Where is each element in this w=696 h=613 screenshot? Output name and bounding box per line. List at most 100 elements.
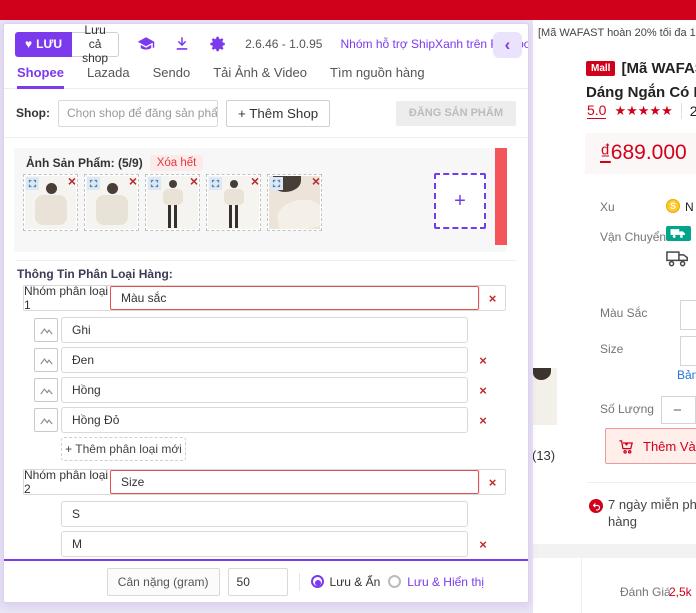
radio-selected-icon[interactable] <box>310 575 324 588</box>
save-all-shop-button[interactable]: Lưu cả shop <box>72 24 120 65</box>
expand-icon[interactable] <box>148 177 161 190</box>
panel-footer: Cân nặng (gram) Lưu & Ẩn Lưu & Hiển thị <box>4 559 528 602</box>
quantity-decrease-button[interactable]: − <box>661 396 696 424</box>
weight-label: Cân nặng (gram) <box>106 567 220 596</box>
return-policy-text: 7 ngày miễn ph hàng <box>608 497 696 529</box>
variation-option-input[interactable] <box>61 407 468 433</box>
add-image-button[interactable]: + <box>434 173 486 229</box>
xu-label: Xu <box>600 200 615 214</box>
remove-group-icon[interactable]: × <box>479 470 505 494</box>
post-product-button[interactable]: ĐĂNG SẢN PHẨM <box>395 100 516 126</box>
variation-option-row: × <box>61 531 528 557</box>
divider <box>581 558 582 613</box>
add-to-cart-button[interactable]: Thêm Vào Giỏ <box>605 428 696 464</box>
variation-option-input[interactable] <box>61 501 468 527</box>
tab-lazada[interactable]: Lazada <box>87 65 130 89</box>
scrollbar-thumb[interactable] <box>495 148 507 245</box>
background-product-photo <box>531 368 557 425</box>
color-option-button[interactable] <box>680 300 696 330</box>
radio-save-show[interactable]: Lưu & Hiển thị <box>388 575 484 589</box>
gear-icon[interactable] <box>209 34 227 54</box>
tab-t-i-nh-video[interactable]: Tải Ảnh & Video <box>213 65 307 89</box>
variation-option-input[interactable] <box>61 531 468 557</box>
variation-option-input[interactable] <box>61 317 468 343</box>
rating-score[interactable]: 5.0 <box>587 103 607 119</box>
remove-option-icon[interactable]: × <box>476 383 490 398</box>
download-icon[interactable] <box>173 34 191 54</box>
divider <box>4 137 528 138</box>
variation-group-name-input[interactable] <box>110 470 479 494</box>
expand-icon[interactable] <box>87 177 100 190</box>
image-placeholder-icon[interactable] <box>34 348 58 372</box>
divider <box>587 482 696 483</box>
product-images-section: Ảnh Sản Phẩm: (5/9) Xóa hết × × × × × + <box>14 148 507 252</box>
review-section-label: Đánh Giá <box>620 585 671 599</box>
voucher-text: [Mã WAFAST hoàn 20% tối đa 100k <box>538 27 696 39</box>
variation-option-row: × <box>34 407 528 433</box>
add-shop-button[interactable]: + Thêm Shop <box>226 99 331 127</box>
variation-option-input[interactable] <box>61 347 468 373</box>
delivery-truck-icon <box>666 250 690 269</box>
product-image-thumbnail[interactable]: × <box>84 174 139 231</box>
shopee-coin-icon: S <box>666 199 680 213</box>
size-chart-link[interactable]: Bản <box>677 368 696 382</box>
xu-value: N <box>685 200 694 214</box>
mall-badge: Mall <box>586 61 616 76</box>
add-variation-group-button[interactable]: + Thêm phân loại mới <box>61 437 186 461</box>
product-image-thumbnail[interactable]: × <box>206 174 261 231</box>
price-box: ₫689.000 <box>585 133 696 174</box>
variation-group-name-input[interactable] <box>110 286 479 310</box>
remove-image-icon[interactable]: × <box>68 174 76 188</box>
remove-option-icon[interactable]: × <box>476 537 490 552</box>
remove-image-icon[interactable]: × <box>190 174 198 188</box>
section-gap <box>533 544 696 558</box>
radio-unselected-icon[interactable] <box>388 575 402 588</box>
expand-icon[interactable] <box>270 177 283 190</box>
divider <box>680 103 682 119</box>
variation-option-row <box>61 501 528 527</box>
tab-t-m-ngu-n-h-ng[interactable]: Tìm nguồn hàng <box>330 65 425 89</box>
variation-group-label: Nhóm phân loại 1 <box>24 284 109 312</box>
image-carousel-count: (13) <box>532 448 556 463</box>
product-image-thumbnail[interactable]: × <box>23 174 78 231</box>
product-title-line1: Mall[Mã WAFAST <box>586 60 696 77</box>
product-image-thumbnail[interactable]: × <box>267 174 322 231</box>
shop-select[interactable]: Chọn shop để đăng sản phẩm <box>58 99 218 127</box>
radio-save-hide[interactable]: Lưu & Ẩn <box>310 575 380 589</box>
variation-option-input[interactable] <box>61 377 468 403</box>
expand-icon[interactable] <box>209 177 222 190</box>
version-text: 2.6.46 - 1.0.95 <box>245 37 323 51</box>
remove-image-icon[interactable]: × <box>251 174 259 188</box>
images-title: Ảnh Sản Phẩm: (5/9) <box>26 156 143 170</box>
images-title-row: Ảnh Sản Phẩm: (5/9) Xóa hết <box>26 155 204 171</box>
graduation-cap-icon[interactable] <box>137 34 155 54</box>
image-placeholder-icon[interactable] <box>34 318 58 342</box>
clear-all-images-button[interactable]: Xóa hết <box>149 155 204 171</box>
variation-option-row: × <box>34 347 528 373</box>
tab-shopee[interactable]: Shopee <box>17 65 64 89</box>
product-price: ₫689.000 <box>600 141 687 164</box>
image-placeholder-icon[interactable] <box>34 408 58 432</box>
shopee-header-bar <box>0 0 696 20</box>
divider <box>298 572 300 591</box>
remove-image-icon[interactable]: × <box>312 174 320 188</box>
remove-option-icon[interactable]: × <box>476 413 490 428</box>
collapse-panel-button[interactable]: ‹ <box>493 32 522 58</box>
product-image-thumbnail[interactable]: × <box>145 174 200 231</box>
thumbnail-strip: × × × × × <box>23 174 322 231</box>
tab-sendo[interactable]: Sendo <box>153 65 191 89</box>
size-option-button[interactable] <box>680 336 696 366</box>
image-placeholder-icon[interactable] <box>34 378 58 402</box>
expand-icon[interactable] <box>26 177 39 190</box>
weight-input[interactable] <box>227 567 288 596</box>
product-title-line2: Dáng Ngắn Có Mũ <box>586 84 696 101</box>
save-button[interactable]: ♥ LƯU <box>15 31 73 57</box>
variations-heading: Thông Tin Phân Loại Hàng: <box>17 267 173 281</box>
remove-image-icon[interactable]: × <box>129 174 137 188</box>
shop-row: Shop: Chọn shop để đăng sản phẩm + Thêm … <box>16 99 516 127</box>
remove-option-icon[interactable]: × <box>476 353 490 368</box>
review-section-count[interactable]: 2,5k <box>669 585 692 599</box>
variation-group-row: Nhóm phân loại 1 × <box>23 284 506 312</box>
review-count[interactable]: 2 Đ <box>690 103 696 119</box>
remove-group-icon[interactable]: × <box>479 286 505 310</box>
